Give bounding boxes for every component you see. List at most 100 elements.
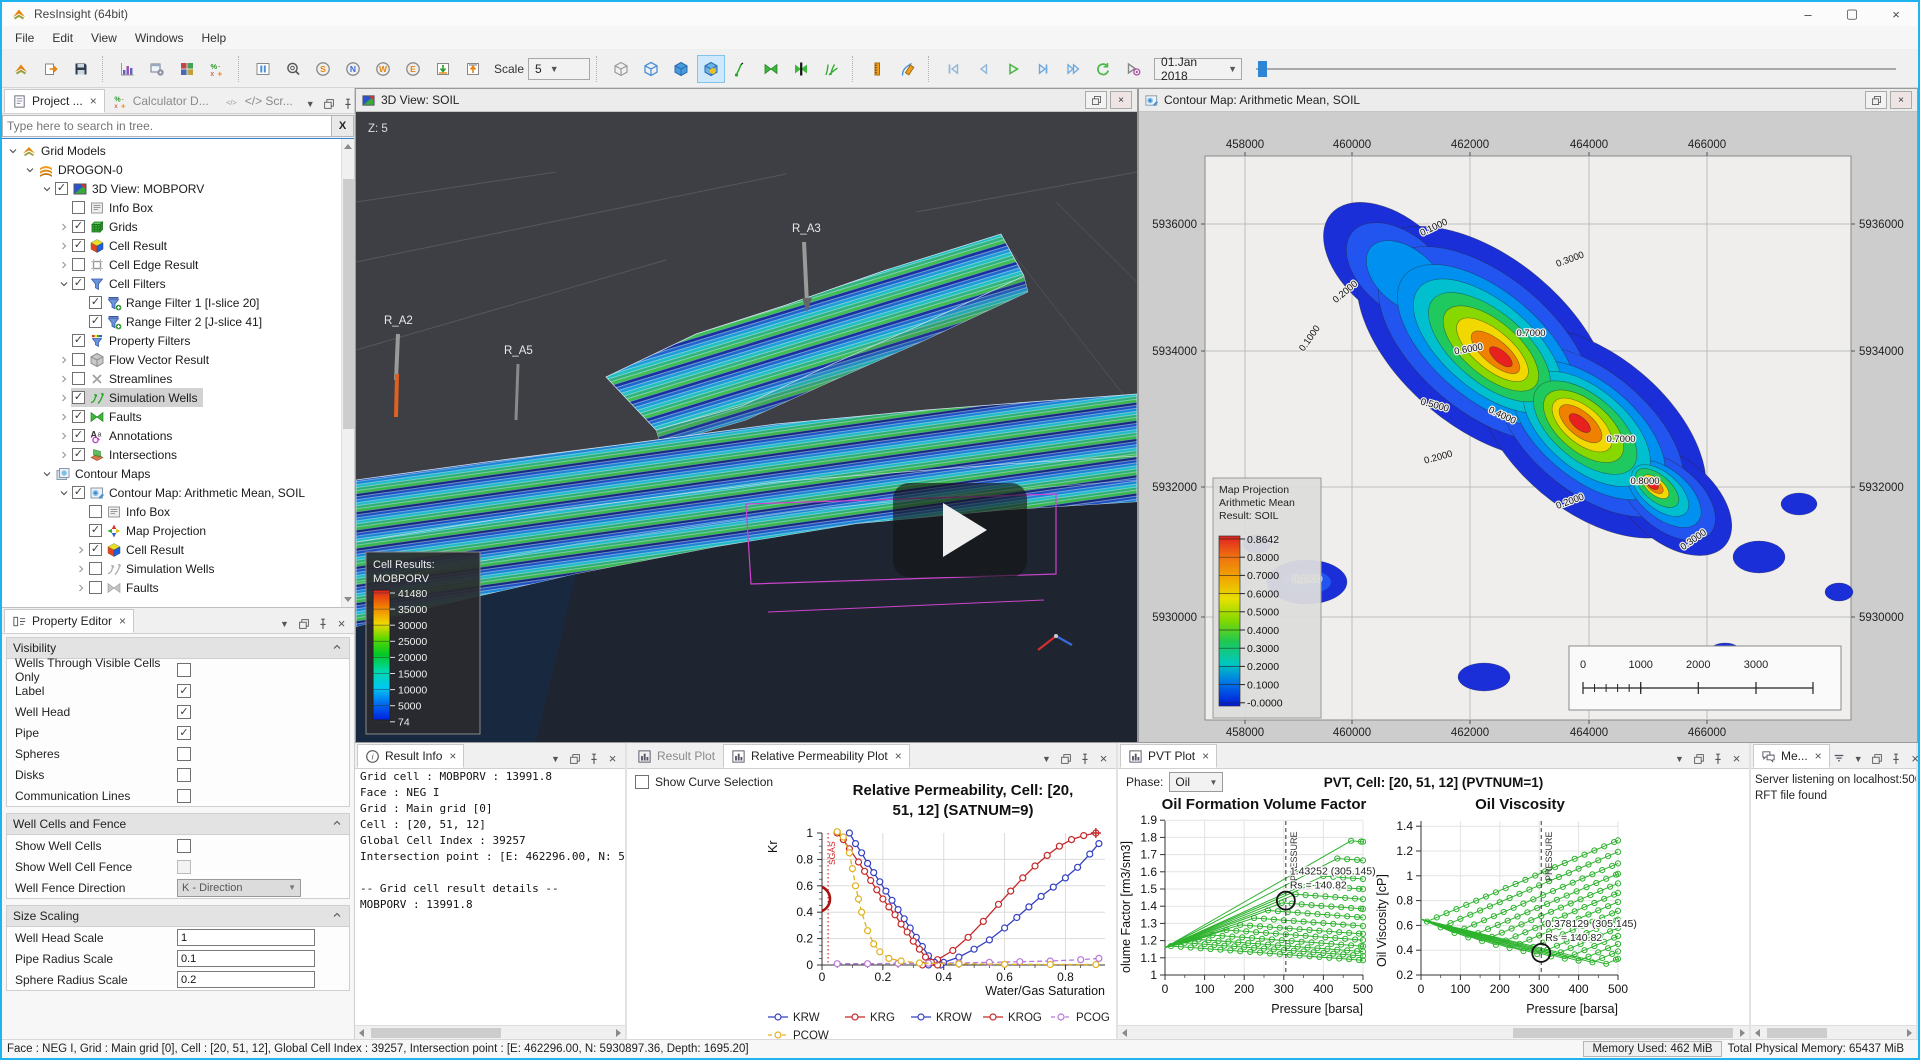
measure-polyline-button[interactable] — [893, 55, 921, 83]
tab-property-editor[interactable]: Property Editor× — [4, 609, 134, 633]
tree-checkbox[interactable] — [89, 315, 102, 328]
anim-play-button[interactable] — [999, 55, 1027, 83]
result-info-hscrollbar[interactable] — [355, 1025, 625, 1039]
expander-closed-icon[interactable] — [74, 543, 88, 557]
expander-closed-icon[interactable] — [57, 239, 71, 253]
checkbox-communication-lines[interactable] — [177, 789, 191, 803]
tab-messages[interactable]: Me...× — [1753, 744, 1830, 768]
tree-item-contour-maps[interactable]: Contour Maps — [2, 464, 340, 483]
close-icon[interactable]: × — [119, 614, 126, 628]
tree-checkbox[interactable] — [89, 505, 102, 518]
tree-item-cell-edge-result[interactable]: Cell Edge Result — [2, 255, 340, 274]
input-pipe-radius-scale[interactable]: 0.1 — [177, 950, 315, 967]
minimize-button[interactable]: – — [1786, 2, 1830, 26]
tree-checkbox[interactable] — [89, 524, 102, 537]
panel-float-button[interactable] — [1056, 749, 1075, 768]
tab-project[interactable]: Project ...× — [4, 89, 105, 113]
scroll-right-icon[interactable] — [1907, 1029, 1912, 1037]
input-sphere-radius-scale[interactable]: 0.2 — [177, 971, 315, 988]
tree-checkbox[interactable] — [72, 410, 85, 423]
scroll-up-icon[interactable] — [344, 144, 352, 149]
tab-relative-permeability-plot[interactable]: Relative Permeability Plot× — [723, 744, 910, 768]
panel-close-button[interactable]: × — [332, 614, 351, 633]
zoom-all-button[interactable] — [279, 55, 307, 83]
expander-closed-icon[interactable] — [57, 448, 71, 462]
save-project-button[interactable] — [67, 55, 95, 83]
tree-item-streamlines[interactable]: Streamlines — [2, 369, 340, 388]
expander-closed-icon[interactable] — [57, 372, 71, 386]
tree-checkbox[interactable] — [72, 429, 85, 442]
tree-checkbox[interactable] — [72, 239, 85, 252]
scroll-left-icon[interactable] — [359, 1029, 364, 1037]
view-north-button[interactable]: N — [339, 55, 367, 83]
close-icon[interactable]: × — [449, 749, 456, 763]
checkbox-label[interactable] — [177, 684, 191, 698]
tree-item-cell-result[interactable]: Cell Result — [2, 236, 340, 255]
panel-float-button[interactable] — [1689, 749, 1708, 768]
tree-checkbox[interactable] — [89, 581, 102, 594]
close-icon[interactable]: × — [90, 94, 97, 108]
pvt-charts[interactable]: Oil Formation Volume Factor0100200300400… — [1118, 795, 1749, 1025]
expander-closed-icon[interactable] — [57, 429, 71, 443]
tab-scr[interactable]: </></> Scr... — [217, 89, 301, 113]
scale-select[interactable]: 5▼ — [528, 58, 590, 80]
timestep-slider[interactable] — [1256, 68, 1896, 70]
contour-close-button[interactable]: × — [1890, 91, 1912, 109]
tree-item-simulation-wells-2[interactable]: Simulation Wells — [2, 559, 340, 578]
view3d-restore-button[interactable] — [1085, 91, 1107, 109]
close-icon[interactable]: × — [1815, 749, 1822, 763]
tree-checkbox[interactable] — [72, 448, 85, 461]
view-east-button[interactable]: E — [399, 55, 427, 83]
tree-checkbox[interactable] — [72, 391, 85, 404]
tree-item-cell-result-2[interactable]: Cell Result — [2, 540, 340, 559]
collapse-icon[interactable] — [331, 641, 343, 656]
mesh-surface-view-button[interactable] — [637, 55, 665, 83]
expander-closed-icon[interactable] — [57, 220, 71, 234]
collapse-icon[interactable] — [331, 909, 343, 924]
anim-repeat-button[interactable] — [1089, 55, 1117, 83]
section-header-size-scaling[interactable]: Size Scaling — [7, 906, 349, 927]
surface-view-button[interactable] — [667, 55, 695, 83]
new-view-button[interactable] — [143, 55, 171, 83]
checkbox-show-well-cell-fence[interactable] — [177, 860, 191, 874]
expander-open-icon[interactable] — [40, 182, 54, 196]
show-fault-labels-button[interactable] — [787, 55, 815, 83]
show-well-paths-button[interactable] — [817, 55, 845, 83]
panel-pin-button[interactable] — [1887, 749, 1906, 768]
menu-file[interactable]: File — [6, 28, 43, 48]
input-well-head-scale[interactable]: 1 — [177, 929, 315, 946]
checkbox-well-head[interactable] — [177, 705, 191, 719]
tree-checkbox[interactable] — [89, 543, 102, 556]
tree-item-drogon-0[interactable]: DROGON-0 — [2, 160, 340, 179]
tree-checkbox[interactable] — [72, 277, 85, 290]
tree-checkbox[interactable] — [89, 296, 102, 309]
tree-checkbox[interactable] — [72, 353, 85, 366]
tab-pvt-plot[interactable]: PVT Plot× — [1120, 744, 1217, 768]
relperm-chart[interactable]: Relative Permeability, Cell: [20,51, 12]… — [627, 769, 1116, 1039]
tree-item-grid-models[interactable]: Grid Models — [2, 141, 340, 160]
tree-checkbox[interactable] — [72, 334, 85, 347]
scroll-right-icon[interactable] — [1740, 1029, 1745, 1037]
checkbox-pipe[interactable] — [177, 726, 191, 740]
import-case-button[interactable] — [37, 55, 65, 83]
expander-closed-icon[interactable] — [74, 581, 88, 595]
anim-last-button[interactable] — [1059, 55, 1087, 83]
panel-menu-button[interactable]: ▼ — [1037, 749, 1056, 768]
scrollbar-thumb[interactable] — [1767, 1028, 1827, 1038]
anim-settings-button[interactable] — [1119, 55, 1147, 83]
panel-float-button[interactable] — [320, 94, 339, 113]
tree-item-faults-2[interactable]: Faults — [2, 578, 340, 597]
panel-menu-button[interactable]: ▼ — [1670, 749, 1689, 768]
expander-open-icon[interactable] — [40, 467, 54, 481]
scrollbar-thumb[interactable] — [371, 1028, 501, 1038]
view3d-close-button[interactable]: × — [1110, 91, 1132, 109]
open-project-button[interactable] — [7, 55, 35, 83]
scroll-right-icon[interactable] — [616, 1029, 621, 1037]
panel-float-button[interactable] — [1868, 749, 1887, 768]
expander-closed-icon[interactable] — [57, 258, 71, 272]
panel-pin-button[interactable] — [1708, 749, 1727, 768]
tree-item-cell-filters[interactable]: Cell Filters — [2, 274, 340, 293]
expander-closed-icon[interactable] — [57, 410, 71, 424]
contour-map-title-bar[interactable]: Contour Map: Arithmetic Mean, SOIL × — [1139, 89, 1917, 112]
collapse-icon[interactable] — [331, 817, 343, 832]
